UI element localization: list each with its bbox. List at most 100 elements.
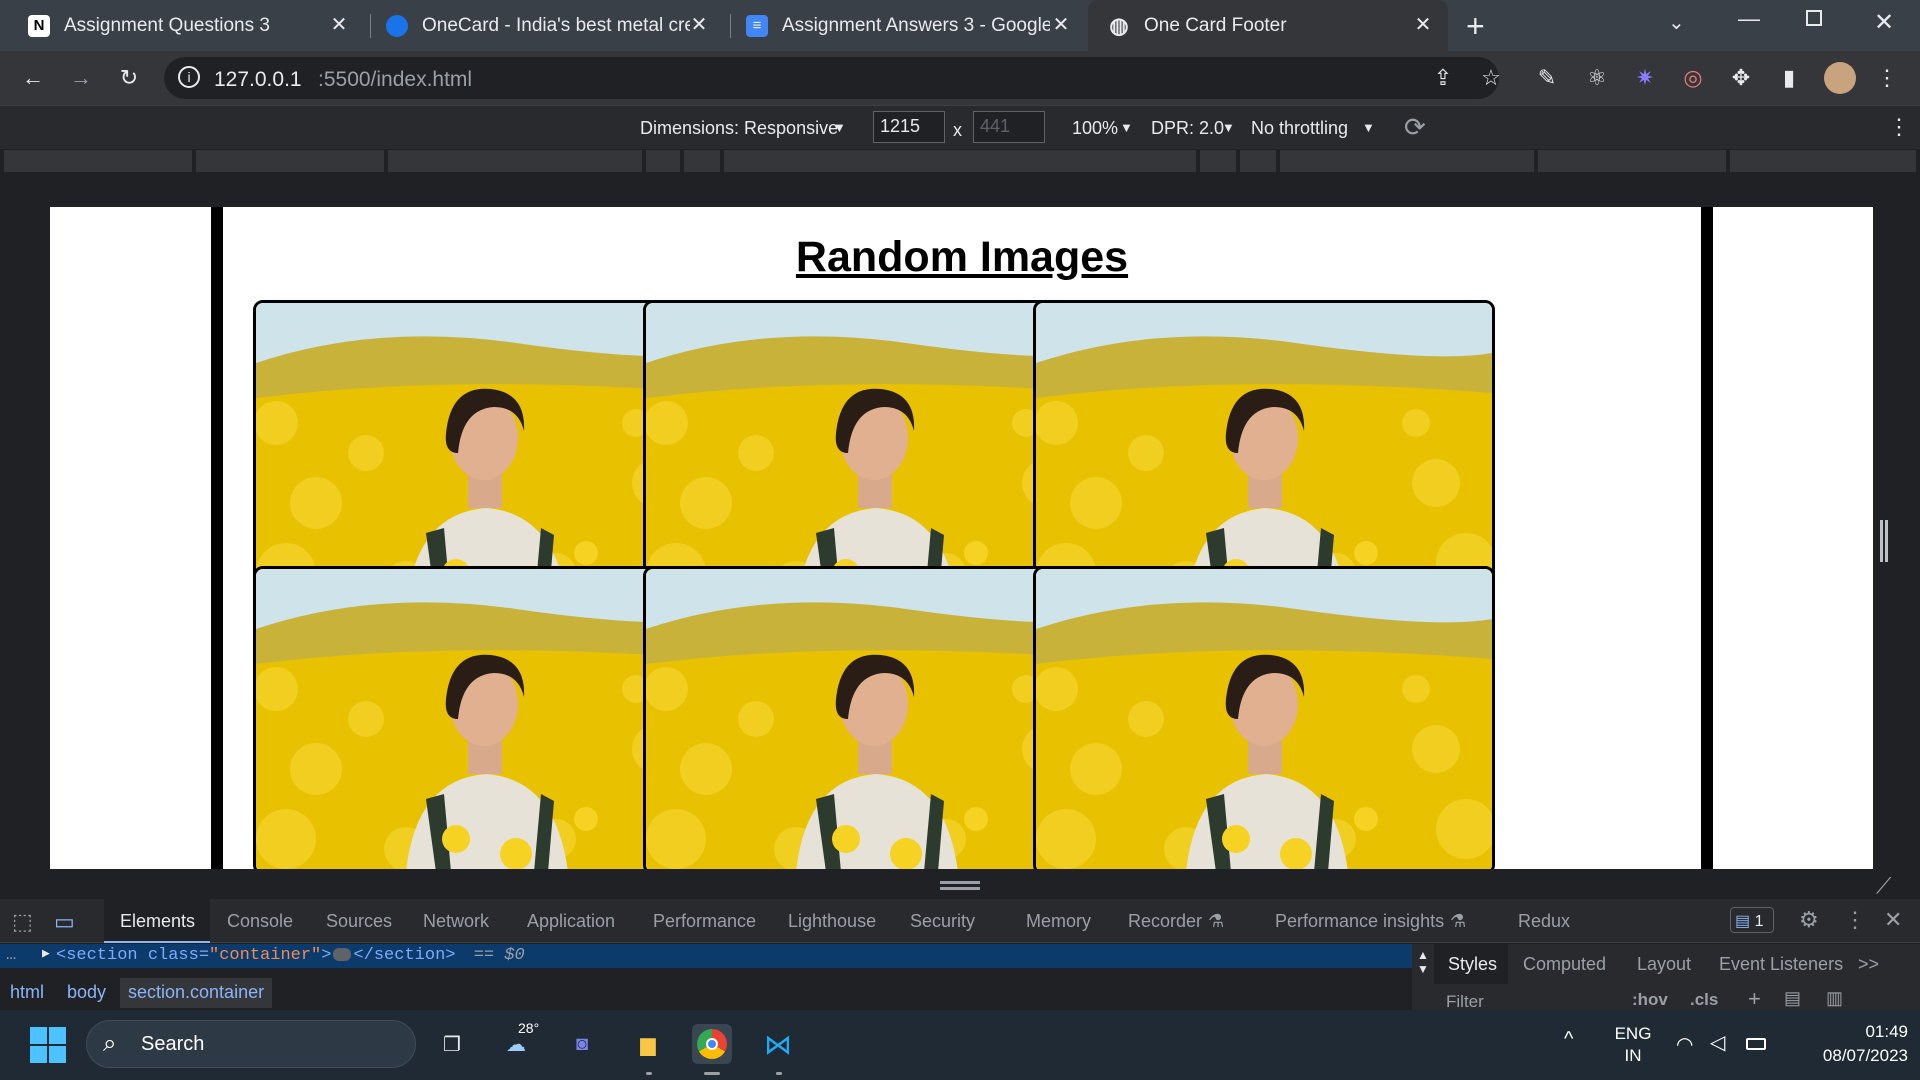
extension-star-icon[interactable]: ✷ [1630, 63, 1660, 93]
react-devtools-icon[interactable]: ⚛ [1582, 63, 1612, 93]
tab-redux[interactable]: Redux [1518, 911, 1570, 932]
media-query-segment[interactable] [1200, 150, 1236, 172]
tab-assignment-questions[interactable]: N Assignment Questions 3 ✕ [8, 0, 364, 51]
breadcrumb-body[interactable]: body [67, 982, 106, 1003]
media-query-segment[interactable] [684, 150, 720, 172]
close-icon[interactable]: ✕ [1412, 14, 1434, 36]
more-options-icon[interactable]: ⋮ [1844, 907, 1866, 933]
media-query-segment[interactable] [1538, 150, 1726, 172]
tab-lighthouse[interactable]: Lighthouse [788, 911, 876, 932]
width-input[interactable]: 1215 [873, 111, 945, 143]
tab-application[interactable]: Application [527, 911, 615, 932]
tab-styles[interactable]: Styles [1448, 954, 1497, 975]
drag-handle-icon[interactable] [940, 881, 980, 884]
inspect-element-icon[interactable]: ⬚ [12, 909, 33, 935]
restore-icon[interactable] [1806, 10, 1822, 26]
media-query-segment[interactable] [4, 150, 192, 172]
expand-triangle-icon[interactable]: ▶ [42, 946, 50, 961]
settings-gear-icon[interactable]: ⚙ [1799, 907, 1819, 933]
tab-recorder[interactable]: Recorder [1128, 911, 1202, 932]
chrome-icon[interactable] [692, 1024, 732, 1064]
collapsed-children-icon[interactable] [333, 948, 352, 962]
selected-dom-node[interactable]: … ▶ <section class="container"> </section… [0, 944, 1412, 968]
task-view-icon[interactable]: ❐ [432, 1024, 472, 1064]
dpr-dropdown[interactable]: DPR: 2.0 [1151, 118, 1224, 139]
computed-styles-icon[interactable]: ▤ [1784, 988, 1801, 1009]
media-query-segment[interactable] [1240, 150, 1276, 172]
more-tabs-chevron[interactable]: >> [1858, 954, 1879, 975]
close-icon[interactable]: ✕ [688, 14, 710, 36]
tab-search-icon[interactable]: ⌄ [1668, 10, 1685, 35]
tab-memory[interactable]: Memory [1026, 911, 1091, 932]
hov-toggle[interactable]: :hov [1632, 990, 1668, 1010]
close-devtools-icon[interactable]: ✕ [1884, 907, 1902, 933]
issues-badge[interactable]: ▤ 1 [1730, 907, 1774, 933]
tab-assignment-answers[interactable]: ≡ Assignment Answers 3 - Google I ✕ [726, 0, 1086, 51]
back-arrow-icon[interactable]: ← [18, 63, 48, 93]
tab-one-card-footer[interactable]: ◍ One Card Footer ✕ [1088, 0, 1448, 51]
devtools-divider[interactable]: ⟋ [0, 869, 1920, 899]
tab-console[interactable]: Console [227, 911, 293, 932]
site-info-icon[interactable]: i [178, 66, 200, 88]
tab-event-listeners[interactable]: Event Listeners [1719, 954, 1843, 975]
tab-performance[interactable]: Performance [653, 911, 756, 932]
battery-icon[interactable] [1746, 1038, 1766, 1050]
menu-kebab-icon[interactable]: ⋮ [1872, 63, 1902, 93]
ellipsis-icon[interactable]: … [6, 946, 16, 965]
tab-layout[interactable]: Layout [1637, 954, 1691, 975]
tab-network[interactable]: Network [423, 911, 489, 932]
file-explorer-icon[interactable]: ▆ [628, 1024, 668, 1064]
add-rule-icon[interactable]: + [1748, 986, 1761, 1012]
tab-sources[interactable]: Sources [326, 911, 392, 932]
pane-scroll-arrows[interactable]: ▲ ▼ [1412, 944, 1434, 1010]
vscode-icon[interactable]: ⋈ [758, 1024, 798, 1064]
new-tab-button[interactable]: + [1466, 8, 1485, 45]
tab-elements[interactable]: Elements [120, 911, 195, 932]
extension-glasses-icon[interactable]: ◎ [1678, 63, 1708, 93]
avatar[interactable] [1824, 62, 1856, 94]
taskbar-search[interactable]: ⌕ Search [86, 1020, 416, 1068]
share-icon[interactable]: ⇪ [1428, 63, 1458, 93]
tab-security[interactable]: Security [910, 911, 975, 932]
media-query-segment[interactable] [646, 150, 680, 172]
window-close-icon[interactable]: ✕ [1874, 8, 1894, 37]
media-query-segment[interactable] [388, 150, 642, 172]
media-query-segment[interactable] [196, 150, 384, 172]
throttling-dropdown[interactable]: No throttling [1251, 118, 1348, 139]
breadcrumb-html[interactable]: html [10, 982, 44, 1003]
media-query-segment[interactable] [1730, 150, 1916, 172]
close-icon[interactable]: ✕ [328, 14, 350, 36]
height-input[interactable]: 441 [973, 111, 1045, 143]
region-label[interactable]: IN [1612, 1046, 1654, 1066]
styles-filter-input[interactable]: Filter [1446, 992, 1484, 1012]
media-query-segment[interactable] [724, 150, 1196, 172]
pen-extension-icon[interactable]: ✎ [1532, 63, 1562, 93]
sidebar-toggle-icon[interactable]: ▥ [1826, 988, 1843, 1009]
zoom-dropdown[interactable]: 100% [1072, 118, 1118, 139]
device-toggle-icon[interactable]: ▭ [54, 909, 75, 935]
language-label[interactable]: ENG [1612, 1024, 1654, 1044]
tab-performance-insights[interactable]: Performance insights [1275, 911, 1444, 932]
clock-date[interactable]: 08/07/2023 [1778, 1046, 1908, 1066]
bookmark-star-icon[interactable]: ☆ [1476, 63, 1506, 93]
tray-overflow-chevron-icon[interactable]: ^ [1564, 1028, 1573, 1051]
reload-icon[interactable]: ↻ [114, 63, 144, 93]
clock-time[interactable]: 01:49 [1778, 1022, 1908, 1042]
close-icon[interactable]: ✕ [1050, 14, 1072, 36]
breadcrumb-section-container[interactable]: section.container [120, 978, 273, 1008]
wifi-icon[interactable]: ◠ [1676, 1032, 1693, 1057]
cls-toggle[interactable]: .cls [1690, 990, 1718, 1010]
resize-corner-icon[interactable]: ⟋ [1876, 873, 1891, 899]
viewport-resize-handle[interactable] [1880, 520, 1888, 562]
side-panel-icon[interactable]: ▮ [1774, 63, 1804, 93]
forward-arrow-icon[interactable]: → [66, 63, 96, 93]
media-query-bar[interactable] [0, 150, 1920, 174]
minimize-icon[interactable]: — [1738, 6, 1760, 32]
media-query-segment[interactable] [1280, 150, 1534, 172]
volume-icon[interactable]: ◁ [1710, 1030, 1725, 1055]
rotate-icon[interactable]: ⟳ [1404, 112, 1426, 143]
more-options-icon[interactable]: ⋮ [1888, 114, 1910, 140]
teams-chat-icon[interactable]: ◙ [562, 1024, 602, 1064]
dimensions-dropdown[interactable]: Dimensions: Responsive [640, 118, 838, 139]
tab-onecard[interactable]: OneCard - India's best metal cre ✕ [366, 0, 724, 51]
